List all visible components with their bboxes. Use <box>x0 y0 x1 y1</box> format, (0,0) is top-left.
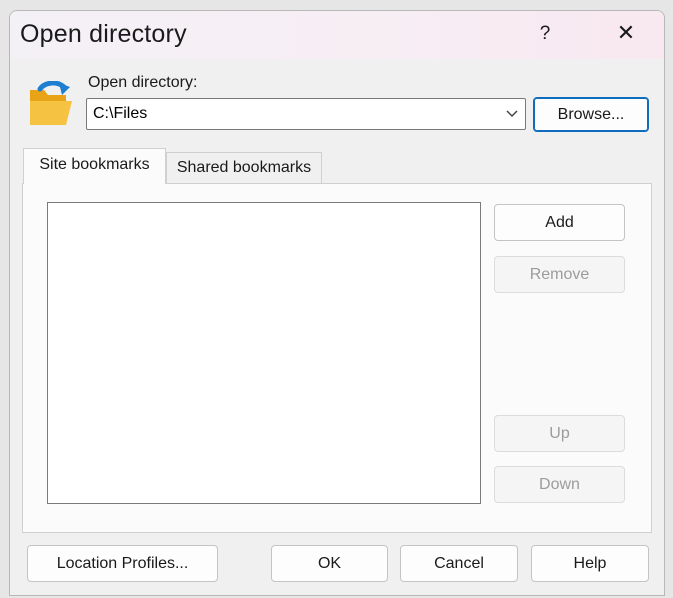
add-button[interactable]: Add <box>494 204 625 241</box>
chevron-down-icon[interactable] <box>505 108 519 120</box>
tab-shared-bookmarks[interactable]: Shared bookmarks <box>166 152 322 183</box>
location-profiles-button[interactable]: Location Profiles... <box>27 545 218 582</box>
browse-button[interactable]: Browse... <box>533 97 649 132</box>
directory-combobox[interactable]: C:\Files <box>86 98 526 130</box>
open-directory-label: Open directory: <box>88 74 198 91</box>
ok-button[interactable]: OK <box>271 545 388 582</box>
dialog-title: Open directory <box>20 20 187 48</box>
close-icon[interactable]: ✕ <box>611 20 641 46</box>
directory-value: C:\Files <box>93 105 148 122</box>
up-button[interactable]: Up <box>494 415 625 452</box>
tab-site-bookmarks[interactable]: Site bookmarks <box>23 148 166 184</box>
down-button[interactable]: Down <box>494 466 625 503</box>
open-directory-dialog: Open directory ? ✕ Open directory: C:\Fi… <box>9 10 665 596</box>
help-icon[interactable]: ? <box>532 23 558 45</box>
cancel-button[interactable]: Cancel <box>400 545 518 582</box>
remove-button[interactable]: Remove <box>494 256 625 293</box>
open-folder-icon <box>30 81 72 125</box>
title-bar: Open directory ? ✕ <box>10 11 664 59</box>
bookmarks-list[interactable] <box>47 202 481 504</box>
help-button[interactable]: Help <box>531 545 649 582</box>
